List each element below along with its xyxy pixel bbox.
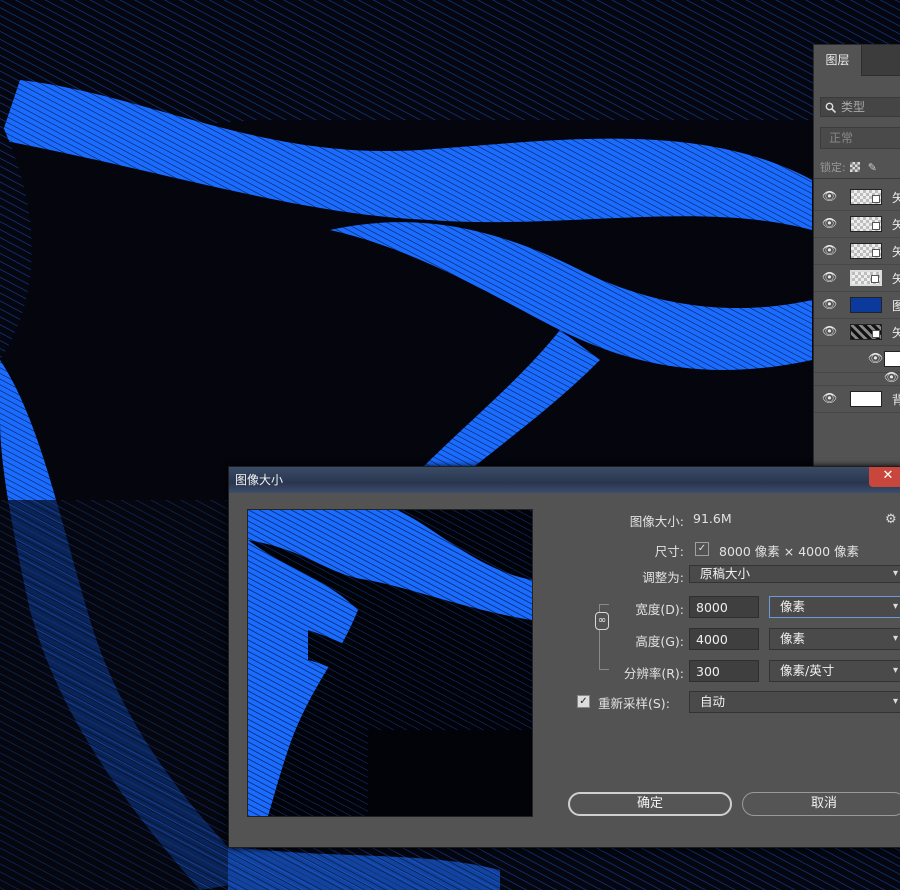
dialog-titlebar[interactable]: 图像大小: [229, 467, 900, 493]
layer-thumbnail: [850, 270, 882, 286]
smart-object-icon: [872, 330, 880, 338]
layer-thumbnail: [850, 243, 882, 259]
eye-icon[interactable]: 👁: [822, 391, 837, 405]
ok-button[interactable]: 确定: [568, 792, 732, 816]
resample-label: 重新采样(S):: [598, 696, 670, 711]
eye-icon[interactable]: 👁: [884, 370, 899, 384]
eye-icon[interactable]: 👁: [868, 351, 883, 365]
width-label: 宽度(D):: [635, 602, 684, 617]
layer-row[interactable]: 👁 矢: [814, 265, 900, 292]
resolution-label: 分辨率(R):: [623, 666, 684, 681]
search-icon: [825, 100, 837, 118]
resample-value: 自动: [700, 694, 726, 709]
eye-icon[interactable]: 👁: [822, 243, 837, 257]
blend-mode-select[interactable]: 正常: [820, 127, 900, 149]
layer-filter-placeholder: 类型: [841, 100, 866, 114]
layer-row[interactable]: 👁 图: [814, 292, 900, 319]
smart-object-icon: [871, 275, 879, 283]
resample-select[interactable]: 自动 ▾: [689, 691, 900, 713]
layer-thumbnail: [850, 324, 882, 340]
lock-pixels-icon[interactable]: ✎: [868, 161, 877, 174]
chevron-down-icon: ▾: [892, 696, 898, 707]
height-unit-select[interactable]: 像素 ▾: [769, 628, 900, 650]
layers-tab-bar: 图层: [814, 45, 900, 76]
resample-checkbox[interactable]: ✓: [577, 695, 590, 708]
layer-row[interactable]: 👁 矢: [814, 319, 900, 346]
lock-label: 锁定:: [820, 161, 846, 174]
layer-name: 矢: [892, 243, 900, 260]
fit-to-select[interactable]: 原稿大小 ▾: [689, 565, 900, 583]
preview-artwork: [248, 510, 532, 816]
divider: [814, 178, 900, 179]
eye-icon[interactable]: 👁: [822, 297, 837, 311]
lock-transparency-icon[interactable]: [849, 162, 860, 172]
eye-icon[interactable]: 👁: [822, 324, 837, 338]
layer-name: 背: [892, 391, 900, 408]
dimensions-value: 8000 像素 × 4000 像素: [719, 544, 859, 559]
layer-name: 矢: [892, 189, 900, 206]
image-size-label: 图像大小:: [629, 514, 684, 529]
resolution-unit-value: 像素/英寸: [780, 663, 835, 678]
smart-object-icon: [872, 222, 880, 230]
layer-thumbnail: [850, 216, 882, 232]
layer-row[interactable]: 👁 矢: [814, 211, 900, 238]
image-size-value: 91.6M: [693, 511, 732, 526]
height-unit-value: 像素: [780, 631, 806, 646]
chevron-down-icon: ▾: [892, 665, 898, 676]
layer-row[interactable]: 👁 矢: [814, 238, 900, 265]
resolution-input[interactable]: [689, 660, 759, 682]
eye-icon[interactable]: 👁: [822, 216, 837, 230]
height-input[interactable]: [689, 628, 759, 650]
close-button[interactable]: ✕: [869, 467, 900, 487]
link-icon[interactable]: ∞: [595, 612, 609, 630]
layer-thumbnail: [850, 391, 882, 407]
smart-object-icon: [872, 195, 880, 203]
dimensions-label: 尺寸:: [654, 544, 684, 559]
resolution-unit-select[interactable]: 像素/英寸 ▾: [769, 660, 900, 682]
tab-layers[interactable]: 图层: [814, 45, 862, 76]
eye-icon[interactable]: 👁: [822, 189, 837, 203]
width-unit-select[interactable]: 像素 ▾: [769, 596, 900, 618]
layer-filter-input[interactable]: 类型: [820, 97, 900, 117]
layers-panel: 图层 类型 正常 锁定: ✎ 👁 矢 👁 矢 👁 矢 👁 矢 👁 图 👁 矢: [813, 44, 900, 470]
layer-thumbnail: [850, 189, 882, 205]
eye-icon[interactable]: 👁: [822, 270, 837, 284]
lock-controls: 锁定: ✎: [820, 159, 877, 175]
layer-name: 矢: [892, 270, 900, 287]
layer-thumbnail: [850, 297, 882, 313]
close-icon: ✕: [882, 468, 894, 483]
gear-icon[interactable]: ⚙: [885, 512, 897, 527]
chevron-down-icon: ▾: [892, 568, 898, 579]
fit-to-label: 调整为:: [642, 570, 684, 585]
layer-name: 图: [892, 297, 900, 314]
chevron-down-icon: ▾: [892, 633, 898, 644]
layer-name: 矢: [892, 324, 900, 341]
cancel-button[interactable]: 取消: [742, 792, 900, 816]
chevron-down-icon: ▾: [892, 601, 898, 612]
width-unit-value: 像素: [780, 599, 806, 614]
fit-to-value: 原稿大小: [700, 566, 751, 581]
layer-name: 矢: [892, 216, 900, 233]
dialog-title: 图像大小: [235, 473, 284, 487]
smart-object-icon: [872, 249, 880, 257]
dimensions-toggle-icon[interactable]: ✓: [695, 542, 709, 556]
height-label: 高度(G):: [635, 634, 684, 649]
layer-row[interactable]: 👁 矢: [814, 184, 900, 211]
width-input[interactable]: [689, 596, 759, 618]
filter-effect-row[interactable]: 👁: [814, 365, 900, 386]
image-size-dialog: 图像大小 ✕ 图像大小: 91.6M ⚙ 尺寸: ✓ 8000 像素 × 400…: [228, 466, 900, 848]
image-preview[interactable]: [247, 509, 533, 817]
layer-row[interactable]: 👁 背: [814, 386, 900, 413]
